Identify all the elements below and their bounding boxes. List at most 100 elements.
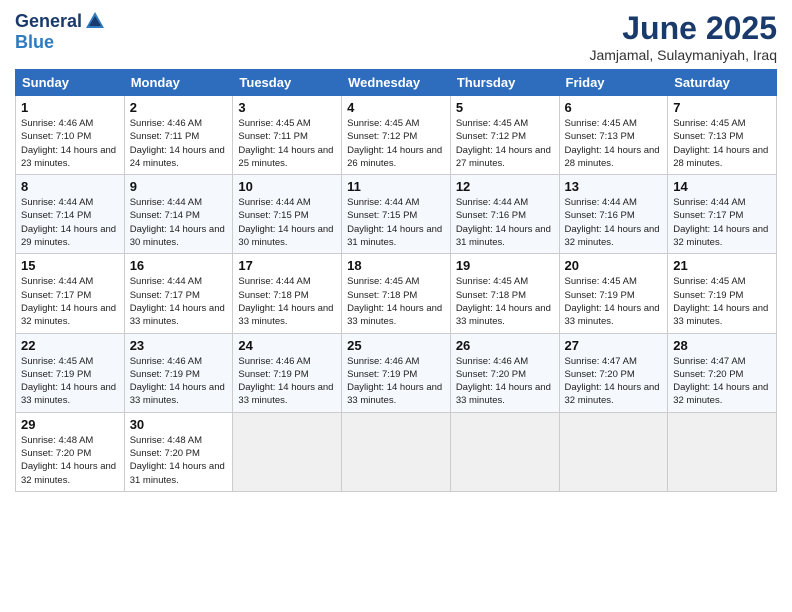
calendar-cell: 11 Sunrise: 4:44 AMSunset: 7:15 PMDayligh… xyxy=(342,175,451,254)
day-number: 16 xyxy=(130,258,228,273)
cell-info: Sunrise: 4:44 AMSunset: 7:18 PMDaylight:… xyxy=(238,276,333,327)
cell-info: Sunrise: 4:45 AMSunset: 7:18 PMDaylight:… xyxy=(347,276,442,327)
day-number: 11 xyxy=(347,179,445,194)
cell-info: Sunrise: 4:45 AMSunset: 7:13 PMDaylight:… xyxy=(673,118,768,169)
week-row-3: 15Sunrise: 4:44 AMSunset: 7:17 PMDayligh… xyxy=(16,254,777,333)
cell-info: Sunrise: 4:47 AMSunset: 7:20 PMDaylight:… xyxy=(673,356,768,407)
calendar-cell: 25 Sunrise: 4:46 AMSunset: 7:19 PMDayligh… xyxy=(342,333,451,412)
cell-info: Sunrise: 4:48 AMSunset: 7:20 PMDaylight:… xyxy=(21,435,116,486)
day-number: 30 xyxy=(130,417,228,432)
day-number: 27 xyxy=(565,338,663,353)
cell-info: Sunrise: 4:46 AMSunset: 7:11 PMDaylight:… xyxy=(130,118,225,169)
calendar-cell: 13 Sunrise: 4:44 AMSunset: 7:16 PMDayligh… xyxy=(559,175,668,254)
calendar-cell: 26 Sunrise: 4:46 AMSunset: 7:20 PMDayligh… xyxy=(450,333,559,412)
day-number: 5 xyxy=(456,100,554,115)
day-number: 29 xyxy=(21,417,119,432)
cell-info: Sunrise: 4:44 AMSunset: 7:17 PMDaylight:… xyxy=(673,197,768,248)
calendar-cell: 3 Sunrise: 4:45 AMSunset: 7:11 PMDaylight… xyxy=(233,96,342,175)
day-number: 1 xyxy=(21,100,119,115)
calendar-cell: 1 Sunrise: 4:46 AMSunset: 7:10 PMDaylight… xyxy=(16,96,125,175)
header-monday: Monday xyxy=(124,70,233,96)
calendar-cell: 19Sunrise: 4:45 AMSunset: 7:18 PMDayligh… xyxy=(450,254,559,333)
day-number: 23 xyxy=(130,338,228,353)
cell-info: Sunrise: 4:46 AMSunset: 7:19 PMDaylight:… xyxy=(130,356,225,407)
cell-info: Sunrise: 4:44 AMSunset: 7:14 PMDaylight:… xyxy=(130,197,225,248)
calendar-cell: 10Sunrise: 4:44 AMSunset: 7:15 PMDayligh… xyxy=(233,175,342,254)
calendar-cell: 22Sunrise: 4:45 AMSunset: 7:19 PMDayligh… xyxy=(16,333,125,412)
calendar-cell xyxy=(559,412,668,491)
calendar-cell: 30 Sunrise: 4:48 AMSunset: 7:20 PMDayligh… xyxy=(124,412,233,491)
calendar-cell: 4 Sunrise: 4:45 AMSunset: 7:12 PMDaylight… xyxy=(342,96,451,175)
header-wednesday: Wednesday xyxy=(342,70,451,96)
calendar-cell xyxy=(450,412,559,491)
calendar-cell: 5 Sunrise: 4:45 AMSunset: 7:12 PMDaylight… xyxy=(450,96,559,175)
calendar-cell: 23 Sunrise: 4:46 AMSunset: 7:19 PMDayligh… xyxy=(124,333,233,412)
day-number: 2 xyxy=(130,100,228,115)
week-row-2: 8 Sunrise: 4:44 AMSunset: 7:14 PMDaylight… xyxy=(16,175,777,254)
day-number: 7 xyxy=(673,100,771,115)
logo-general: General xyxy=(15,11,82,32)
calendar-cell: 17Sunrise: 4:44 AMSunset: 7:18 PMDayligh… xyxy=(233,254,342,333)
day-number: 14 xyxy=(673,179,771,194)
location-title: Jamjamal, Sulaymaniyah, Iraq xyxy=(589,47,777,63)
header-saturday: Saturday xyxy=(668,70,777,96)
calendar-cell xyxy=(342,412,451,491)
calendar-cell: 2 Sunrise: 4:46 AMSunset: 7:11 PMDaylight… xyxy=(124,96,233,175)
calendar-cell: 27 Sunrise: 4:47 AMSunset: 7:20 PMDayligh… xyxy=(559,333,668,412)
calendar-container: General Blue June 2025 Jamjamal, Sulayma… xyxy=(0,0,792,502)
logo-icon xyxy=(84,10,106,32)
day-number: 24 xyxy=(238,338,336,353)
day-number: 3 xyxy=(238,100,336,115)
header-thursday: Thursday xyxy=(450,70,559,96)
calendar-table: Sunday Monday Tuesday Wednesday Thursday… xyxy=(15,69,777,492)
day-number: 4 xyxy=(347,100,445,115)
day-number: 28 xyxy=(673,338,771,353)
day-number: 6 xyxy=(565,100,663,115)
header-sunday: Sunday xyxy=(16,70,125,96)
cell-info: Sunrise: 4:45 AMSunset: 7:19 PMDaylight:… xyxy=(673,276,768,327)
day-number: 8 xyxy=(21,179,119,194)
calendar-cell: 12Sunrise: 4:44 AMSunset: 7:16 PMDayligh… xyxy=(450,175,559,254)
cell-info: Sunrise: 4:44 AMSunset: 7:16 PMDaylight:… xyxy=(456,197,551,248)
week-row-5: 29 Sunrise: 4:48 AMSunset: 7:20 PMDayligh… xyxy=(16,412,777,491)
calendar-cell xyxy=(233,412,342,491)
header: General Blue June 2025 Jamjamal, Sulayma… xyxy=(15,10,777,63)
logo-blue: Blue xyxy=(15,32,54,53)
cell-info: Sunrise: 4:47 AMSunset: 7:20 PMDaylight:… xyxy=(565,356,660,407)
cell-info: Sunrise: 4:45 AMSunset: 7:19 PMDaylight:… xyxy=(21,356,116,407)
cell-info: Sunrise: 4:46 AMSunset: 7:19 PMDaylight:… xyxy=(347,356,442,407)
day-number: 25 xyxy=(347,338,445,353)
calendar-cell: 7 Sunrise: 4:45 AMSunset: 7:13 PMDaylight… xyxy=(668,96,777,175)
cell-info: Sunrise: 4:44 AMSunset: 7:15 PMDaylight:… xyxy=(347,197,442,248)
calendar-cell xyxy=(668,412,777,491)
cell-info: Sunrise: 4:45 AMSunset: 7:12 PMDaylight:… xyxy=(347,118,442,169)
day-number: 21 xyxy=(673,258,771,273)
cell-info: Sunrise: 4:44 AMSunset: 7:16 PMDaylight:… xyxy=(565,197,660,248)
cell-info: Sunrise: 4:46 AMSunset: 7:19 PMDaylight:… xyxy=(238,356,333,407)
cell-info: Sunrise: 4:45 AMSunset: 7:18 PMDaylight:… xyxy=(456,276,551,327)
calendar-cell: 29 Sunrise: 4:48 AMSunset: 7:20 PMDayligh… xyxy=(16,412,125,491)
calendar-cell: 21 Sunrise: 4:45 AMSunset: 7:19 PMDayligh… xyxy=(668,254,777,333)
month-title: June 2025 xyxy=(589,10,777,47)
title-block: June 2025 Jamjamal, Sulaymaniyah, Iraq xyxy=(589,10,777,63)
cell-info: Sunrise: 4:44 AMSunset: 7:17 PMDaylight:… xyxy=(21,276,116,327)
calendar-cell: 18Sunrise: 4:45 AMSunset: 7:18 PMDayligh… xyxy=(342,254,451,333)
cell-info: Sunrise: 4:48 AMSunset: 7:20 PMDaylight:… xyxy=(130,435,225,486)
cell-info: Sunrise: 4:45 AMSunset: 7:12 PMDaylight:… xyxy=(456,118,551,169)
calendar-cell: 9Sunrise: 4:44 AMSunset: 7:14 PMDaylight… xyxy=(124,175,233,254)
cell-info: Sunrise: 4:45 AMSunset: 7:19 PMDaylight:… xyxy=(565,276,660,327)
cell-info: Sunrise: 4:44 AMSunset: 7:15 PMDaylight:… xyxy=(238,197,333,248)
cell-info: Sunrise: 4:46 AMSunset: 7:10 PMDaylight:… xyxy=(21,118,116,169)
cell-info: Sunrise: 4:46 AMSunset: 7:20 PMDaylight:… xyxy=(456,356,551,407)
logo: General Blue xyxy=(15,10,106,53)
day-number: 20 xyxy=(565,258,663,273)
calendar-cell: 16Sunrise: 4:44 AMSunset: 7:17 PMDayligh… xyxy=(124,254,233,333)
day-number: 13 xyxy=(565,179,663,194)
calendar-cell: 24 Sunrise: 4:46 AMSunset: 7:19 PMDayligh… xyxy=(233,333,342,412)
day-number: 26 xyxy=(456,338,554,353)
header-friday: Friday xyxy=(559,70,668,96)
cell-info: Sunrise: 4:45 AMSunset: 7:11 PMDaylight:… xyxy=(238,118,333,169)
calendar-cell: 28 Sunrise: 4:47 AMSunset: 7:20 PMDayligh… xyxy=(668,333,777,412)
header-tuesday: Tuesday xyxy=(233,70,342,96)
week-row-4: 22Sunrise: 4:45 AMSunset: 7:19 PMDayligh… xyxy=(16,333,777,412)
